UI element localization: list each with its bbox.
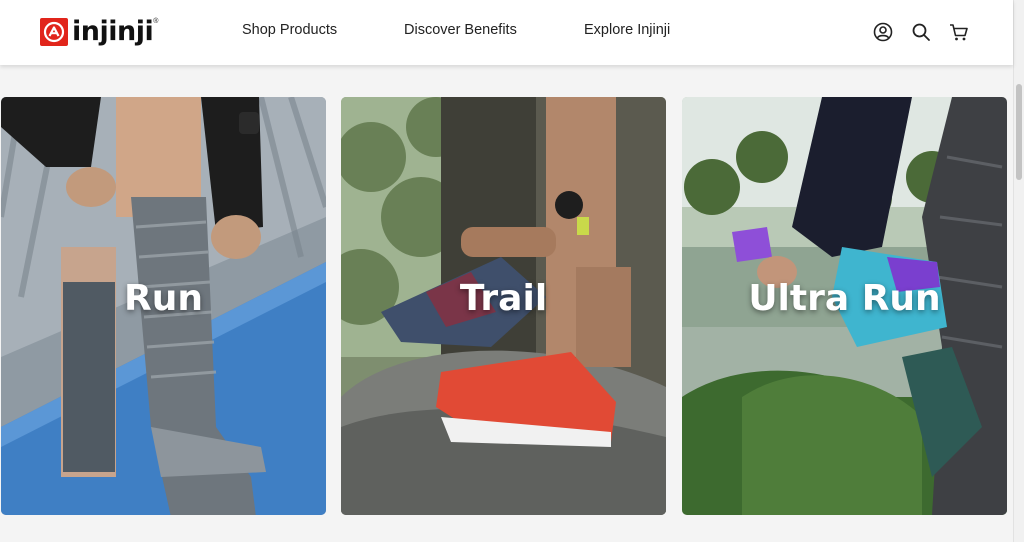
brand-logo[interactable]: injinji ® — [40, 17, 158, 47]
category-card-trail[interactable]: Trail — [341, 97, 666, 515]
category-title-ultra-run: Ultra Run — [748, 278, 941, 319]
brand-wordmark: injinji — [72, 16, 154, 47]
logo-mark-icon — [40, 18, 68, 46]
scrollbar-thumb[interactable] — [1016, 84, 1022, 180]
category-title-trail: Trail — [459, 278, 548, 319]
cart-icon[interactable] — [948, 21, 970, 43]
category-title-run: Run — [124, 278, 203, 319]
nav-explore-injinji[interactable]: Explore Injinji — [584, 22, 670, 38]
nav-shop-products[interactable]: Shop Products — [242, 22, 337, 38]
category-card-run[interactable]: Run — [1, 97, 326, 515]
site-header: injinji ® Shop Products Discover Benefit… — [0, 0, 1013, 65]
nav-discover-benefits[interactable]: Discover Benefits — [404, 22, 517, 38]
account-icon[interactable] — [872, 21, 894, 43]
registered-mark: ® — [153, 18, 159, 25]
page-scrollbar[interactable] — [1013, 0, 1024, 542]
search-icon[interactable] — [910, 21, 932, 43]
category-card-ultra-run[interactable]: Ultra Run — [682, 97, 1007, 515]
